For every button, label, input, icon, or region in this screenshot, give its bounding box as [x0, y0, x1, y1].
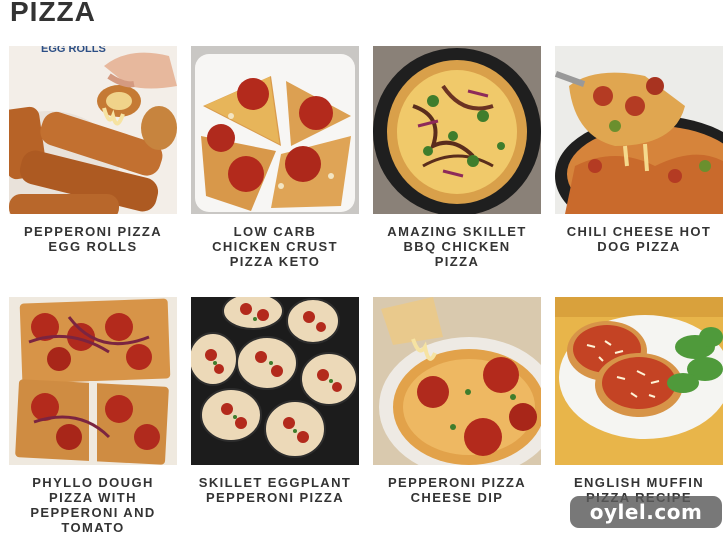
hot-dog-pizza-photo: [555, 46, 723, 214]
recipe-title[interactable]: AMAZING SKILLET BBQ CHICKEN PIZZA: [373, 224, 541, 269]
recipe-card-skillet-eggplant-pepperoni-pizza[interactable]: SKILLET EGGPLANT PEPPERONI PIZZA: [191, 297, 359, 505]
recipe-image[interactable]: [555, 46, 723, 214]
recipe-title[interactable]: PEPPERONI PIZZA EGG ROLLS: [9, 224, 177, 254]
recipe-title[interactable]: PEPPERONI PIZZA CHEESE DIP: [373, 475, 541, 505]
recipe-image[interactable]: [373, 46, 541, 214]
recipe-title[interactable]: PHYLLO DOUGH PIZZA WITH PEPPERONI AND TO…: [9, 475, 177, 535]
recipe-title[interactable]: CHILI CHEESE HOT DOG PIZZA: [555, 224, 723, 254]
section-title: PIZZA: [10, 0, 96, 27]
recipe-image[interactable]: [191, 46, 359, 214]
recipe-title[interactable]: LOW CARB CHICKEN CRUST PIZZA KETO: [191, 224, 359, 269]
english-muffin-pizza-photo: [555, 297, 723, 465]
recipe-card-skillet-bbq-chicken-pizza[interactable]: AMAZING SKILLET BBQ CHICKEN PIZZA: [373, 46, 541, 269]
recipe-card-english-muffin-pizza[interactable]: ENGLISH MUFFIN PIZZA RECIPE: [555, 297, 723, 505]
recipe-card-low-carb-chicken-crust-pizza[interactable]: LOW CARB CHICKEN CRUST PIZZA KETO: [191, 46, 359, 269]
egg-rolls-photo: EGG ROLLS: [9, 46, 177, 214]
egg-rolls-label: EGG ROLLS: [41, 46, 106, 55]
recipe-image[interactable]: [373, 297, 541, 465]
site-watermark: oylel.com: [570, 496, 722, 528]
recipe-card-chili-cheese-hot-dog-pizza[interactable]: CHILI CHEESE HOT DOG PIZZA: [555, 46, 723, 254]
recipe-image[interactable]: [555, 297, 723, 465]
chicken-crust-pizza-photo: [191, 46, 359, 214]
recipe-image[interactable]: [9, 297, 177, 465]
recipe-image[interactable]: [191, 297, 359, 465]
cheese-dip-photo: [373, 297, 541, 465]
recipe-card-pepperoni-pizza-cheese-dip[interactable]: PEPPERONI PIZZA CHEESE DIP: [373, 297, 541, 505]
bbq-chicken-pizza-photo: [373, 46, 541, 214]
recipe-card-pepperoni-pizza-egg-rolls[interactable]: EGG ROLLS PEPPERONI PIZZA EGG ROLLS: [9, 46, 177, 254]
recipe-card-phyllo-dough-pizza[interactable]: PHYLLO DOUGH PIZZA WITH PEPPERONI AND TO…: [9, 297, 177, 535]
eggplant-pizza-photo: [191, 297, 359, 465]
recipe-image[interactable]: EGG ROLLS: [9, 46, 177, 214]
phyllo-pizza-photo: [9, 297, 177, 465]
recipe-title[interactable]: SKILLET EGGPLANT PEPPERONI PIZZA: [191, 475, 359, 505]
